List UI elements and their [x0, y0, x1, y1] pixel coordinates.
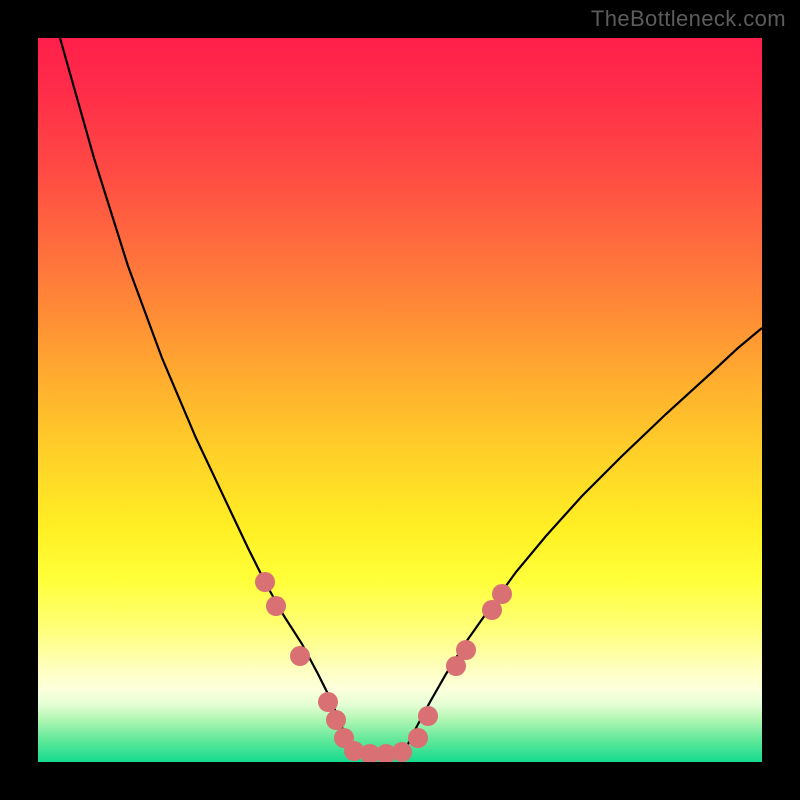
data-markers — [255, 572, 512, 762]
data-point — [408, 728, 428, 748]
attribution-label: TheBottleneck.com — [591, 6, 786, 32]
data-point — [326, 710, 346, 730]
data-point — [418, 706, 438, 726]
data-point — [456, 640, 476, 660]
data-point — [318, 692, 338, 712]
data-point — [290, 646, 310, 666]
data-point — [266, 596, 286, 616]
chart-svg — [38, 38, 762, 762]
bottleneck-curve — [60, 38, 762, 756]
data-point — [392, 742, 412, 762]
data-point — [255, 572, 275, 592]
chart-frame: TheBottleneck.com — [0, 0, 800, 800]
plot-area — [38, 38, 762, 762]
data-point — [492, 584, 512, 604]
